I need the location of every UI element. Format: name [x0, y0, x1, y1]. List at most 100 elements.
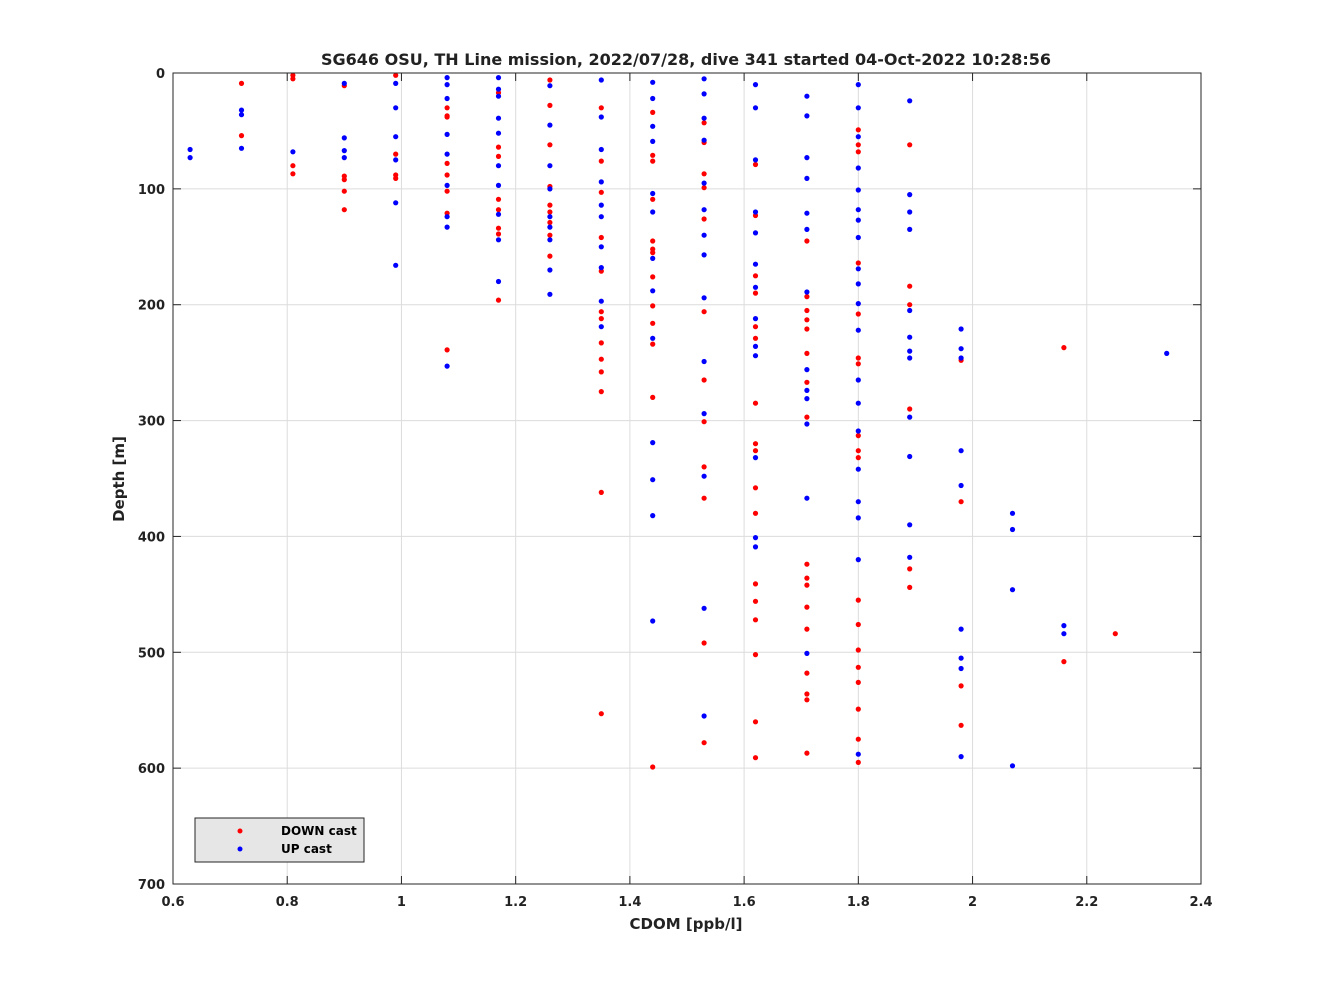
- down-cast-point: [855, 664, 861, 670]
- down-cast-point: [804, 317, 810, 323]
- down-cast-point: [701, 216, 707, 222]
- up-cast-point: [855, 377, 861, 383]
- up-cast-point: [547, 237, 553, 243]
- down-cast-point: [855, 311, 861, 317]
- down-cast-point: [598, 389, 604, 395]
- up-cast-point: [547, 83, 553, 89]
- down-cast-point: [1112, 631, 1118, 637]
- down-cast-point: [804, 561, 810, 567]
- up-cast-point: [958, 355, 964, 361]
- legend-marker-up: [237, 846, 243, 852]
- up-cast-point: [444, 82, 450, 88]
- down-cast-point: [701, 185, 707, 191]
- up-cast-point: [393, 200, 399, 206]
- up-cast-point: [752, 455, 759, 461]
- up-cast-point: [855, 327, 861, 333]
- down-cast-point: [907, 142, 913, 148]
- down-cast-point: [650, 196, 656, 202]
- up-cast-point: [495, 86, 502, 92]
- up-cast-point: [855, 266, 861, 272]
- down-cast-point: [290, 76, 296, 82]
- up-cast-point: [701, 605, 707, 611]
- up-cast-point: [701, 713, 707, 719]
- x-tick-label: 1.2: [504, 895, 527, 910]
- up-cast-point: [650, 95, 656, 102]
- down-cast-point: [598, 369, 604, 375]
- down-cast-point: [752, 598, 759, 604]
- up-cast-point: [444, 95, 450, 102]
- down-cast-point: [701, 377, 707, 383]
- up-cast-point: [804, 387, 810, 393]
- down-cast-point: [701, 740, 707, 746]
- x-tick-label: 0.8: [276, 895, 299, 910]
- up-cast-point: [238, 145, 245, 151]
- up-cast-point: [444, 131, 450, 137]
- up-cast-point: [547, 163, 553, 169]
- y-axis-label: Depth [m]: [110, 436, 128, 522]
- down-cast-point: [598, 489, 604, 495]
- up-cast-point: [650, 123, 656, 129]
- down-cast-point: [1061, 345, 1067, 351]
- up-cast-point: [752, 343, 759, 349]
- up-cast-point: [598, 146, 604, 153]
- x-tick-label: 2.2: [1075, 895, 1098, 910]
- up-cast-point: [547, 224, 553, 230]
- up-cast-point: [341, 148, 347, 154]
- up-cast-point: [444, 214, 450, 220]
- down-cast-point: [804, 414, 810, 420]
- down-cast-point: [444, 188, 450, 194]
- down-cast-point: [650, 394, 656, 400]
- up-cast-point: [393, 262, 399, 268]
- down-cast-point: [855, 736, 861, 742]
- down-cast-point: [393, 151, 399, 157]
- up-cast-point: [804, 226, 810, 232]
- x-tick-label: 1: [397, 895, 406, 910]
- down-cast-point: [598, 356, 604, 362]
- up-cast-point: [650, 255, 656, 261]
- up-cast-point: [1009, 526, 1016, 533]
- down-cast-point: [495, 144, 502, 150]
- up-cast-point: [1061, 623, 1067, 629]
- down-cast-point: [701, 495, 707, 501]
- down-cast-point: [752, 652, 759, 658]
- up-cast-point: [495, 75, 502, 81]
- up-cast-point: [393, 134, 399, 140]
- up-cast-point: [752, 230, 759, 236]
- down-cast-point: [752, 441, 759, 447]
- x-tick-label: 2.4: [1189, 895, 1212, 910]
- up-cast-point: [547, 214, 553, 220]
- down-cast-point: [907, 283, 913, 289]
- up-cast-point: [1009, 587, 1016, 593]
- down-cast-point: [547, 102, 553, 108]
- up-cast-point: [907, 522, 913, 528]
- up-cast-point: [855, 207, 861, 213]
- down-cast-point: [341, 177, 347, 183]
- down-cast-point: [290, 171, 296, 177]
- up-cast-point: [701, 115, 707, 121]
- down-cast-point: [598, 309, 604, 315]
- up-cast-point: [650, 618, 656, 624]
- up-cast-point: [650, 440, 656, 446]
- down-cast-point: [547, 209, 553, 215]
- y-tick-label: 700: [138, 878, 165, 893]
- up-cast-point: [444, 182, 450, 188]
- up-cast-point: [444, 151, 450, 157]
- up-cast-point: [393, 80, 399, 86]
- down-cast-point: [907, 584, 913, 591]
- up-cast-point: [907, 98, 913, 104]
- up-cast-point: [547, 122, 553, 128]
- up-cast-point: [855, 165, 861, 171]
- up-cast-point: [1061, 631, 1067, 637]
- down-cast-point: [650, 246, 656, 252]
- up-cast-point: [855, 499, 861, 505]
- down-cast-point: [238, 80, 245, 86]
- down-cast-point: [752, 290, 759, 296]
- down-cast-point: [701, 464, 707, 470]
- down-cast-point: [855, 355, 861, 361]
- down-cast-point: [855, 647, 861, 653]
- up-cast-point: [393, 105, 399, 111]
- up-cast-point: [238, 107, 245, 113]
- down-cast-point: [752, 335, 759, 341]
- down-cast-point: [1061, 659, 1067, 665]
- legend-label-down: DOWN cast: [281, 824, 357, 838]
